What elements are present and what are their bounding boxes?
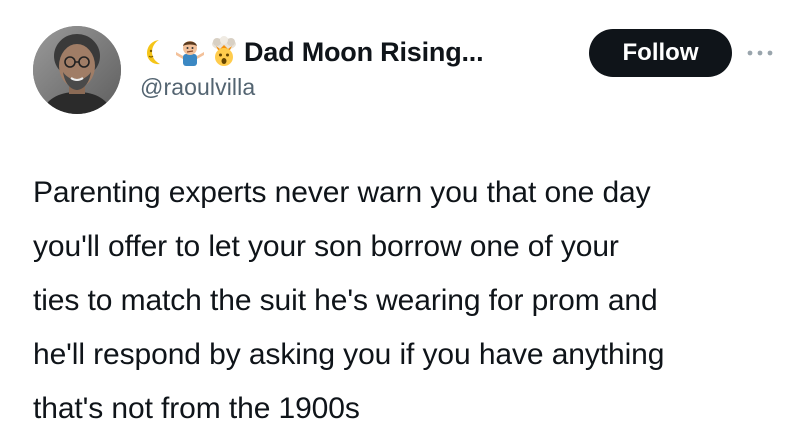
tweet-text: Parenting experts never warn you that on… (33, 166, 778, 436)
tweet-card: Dad Moon Rising... @raoulvilla Follow Pa… (0, 0, 800, 443)
tweet-text-line: that's not from the 1900s (33, 392, 360, 425)
display-name[interactable]: Dad Moon Rising... (244, 37, 484, 68)
tweet-text-line: you'll offer to let your son borrow one … (33, 230, 619, 263)
man-shrugging-icon (174, 36, 206, 68)
follow-button[interactable]: Follow (589, 29, 732, 77)
name-row[interactable]: Dad Moon Rising... (140, 32, 580, 72)
more-options-icon[interactable] (745, 40, 775, 66)
avatar[interactable] (33, 26, 121, 114)
exploding-head-icon (208, 36, 240, 68)
crescent-moon-icon (140, 36, 172, 68)
tweet-text-line: ties to match the suit he's wearing for … (33, 284, 658, 317)
tweet-text-line: Parenting experts never warn you that on… (33, 176, 651, 209)
avatar-photo (33, 26, 121, 114)
tweet-header: Dad Moon Rising... @raoulvilla Follow (33, 26, 773, 116)
tweet-text-line: he'll respond by asking you if you have … (33, 338, 665, 371)
author-identity: Dad Moon Rising... @raoulvilla (140, 32, 580, 101)
user-handle[interactable]: @raoulvilla (140, 74, 580, 101)
